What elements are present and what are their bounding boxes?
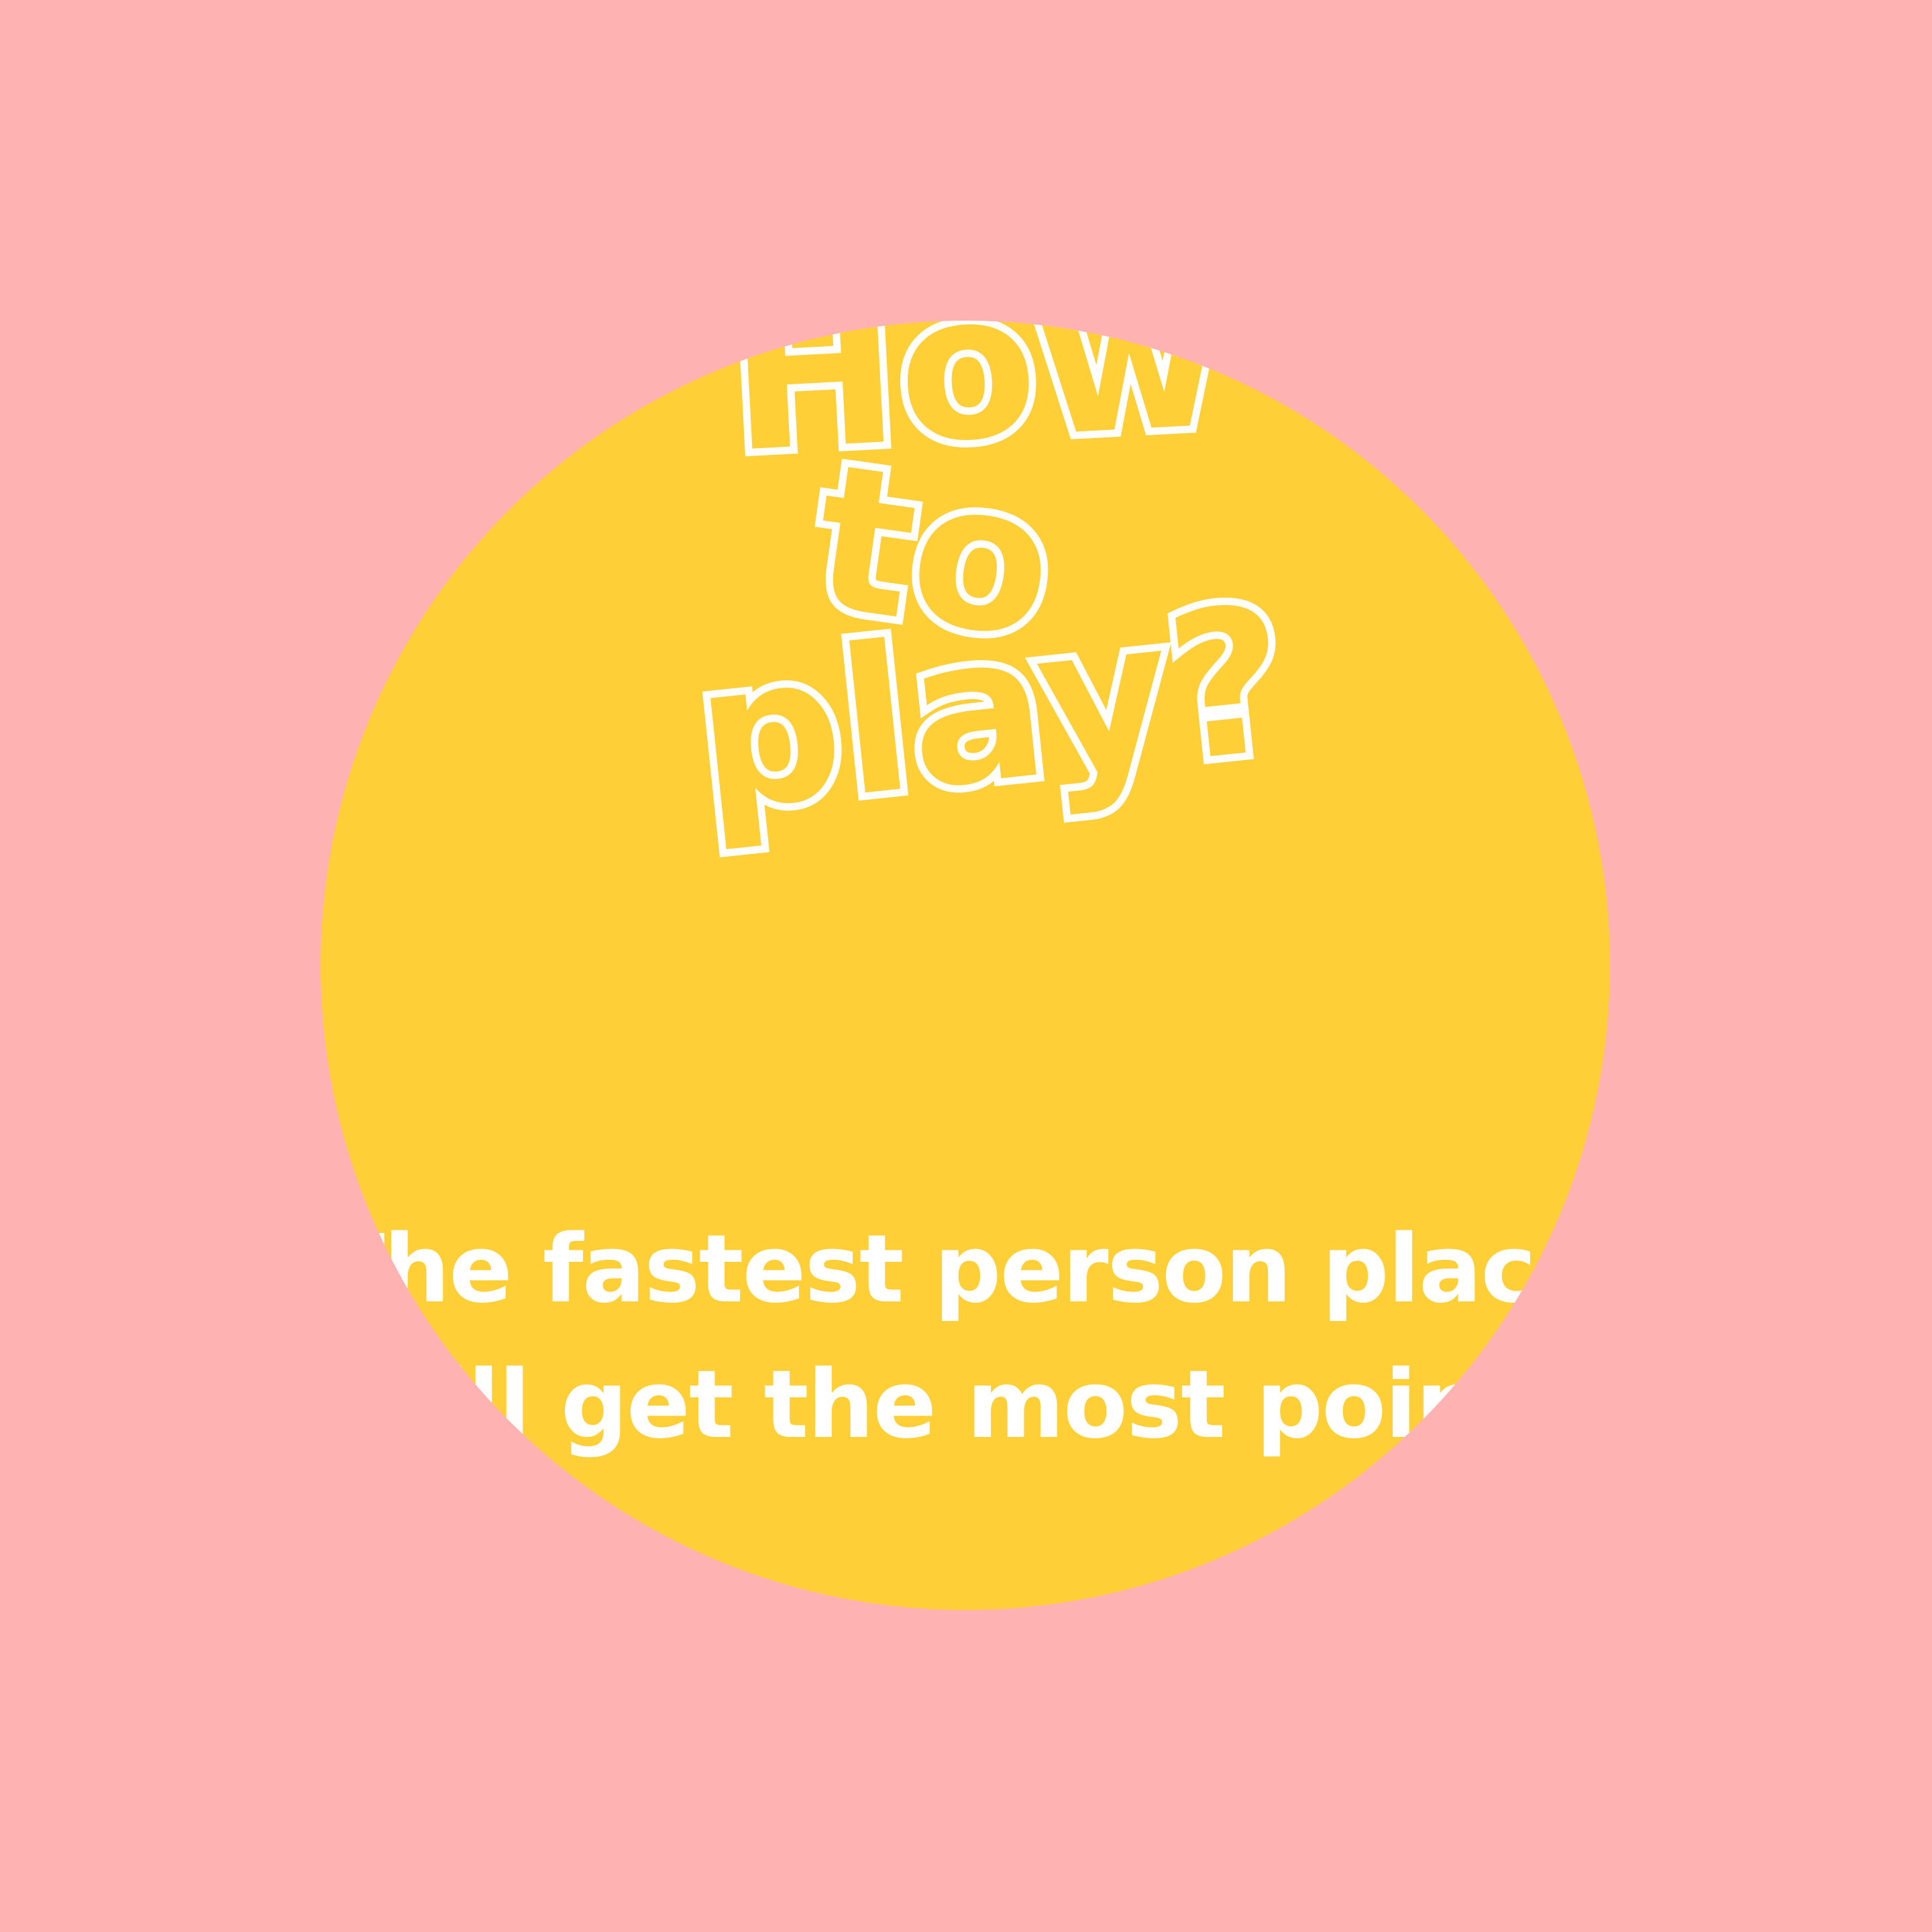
yellow-circle: How to play? The fastest person placed w… bbox=[321, 321, 1610, 1610]
rule-line-1: The fastest person placed bbox=[321, 1215, 1610, 1324]
rule-line-2: will get the most points bbox=[351, 1350, 1581, 1460]
title-play: play? bbox=[678, 555, 1305, 864]
slide: How to play? The fastest person placed w… bbox=[0, 0, 1932, 1932]
